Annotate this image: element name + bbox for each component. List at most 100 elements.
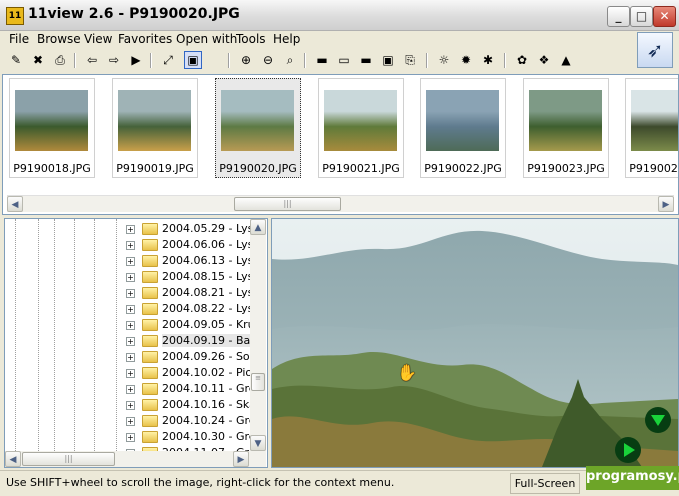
thumbnail-strip[interactable]: ◀ ||| ▶ P9190018.JPG P9190019.JPG P9190020… xyxy=(2,74,679,215)
thumbnail-scrollbar[interactable]: ◀ ||| ▶ xyxy=(7,195,674,212)
view-mode-4-icon[interactable]: ▣ xyxy=(380,52,396,68)
expand-icon[interactable]: + xyxy=(126,369,135,378)
expand-icon[interactable]: + xyxy=(126,241,135,250)
folder-icon xyxy=(142,335,158,347)
menu-view[interactable]: View xyxy=(84,32,112,46)
folder-tree-item[interactable]: +2004.06.06 - Lysa xyxy=(126,237,254,253)
zoom-actual-icon[interactable]: ⌕ xyxy=(282,52,298,68)
next-image-down-icon[interactable] xyxy=(645,407,671,433)
bird-logo-icon[interactable]: ➶ xyxy=(637,32,673,68)
folder-label: 2004.08.15 - Lysa xyxy=(162,270,254,283)
contrast-icon[interactable]: ✹ xyxy=(458,52,474,68)
folder-tree-item[interactable]: +2004.10.30 - Gre xyxy=(126,429,254,445)
folder-tree-item[interactable]: +2004.09.26 - Sob xyxy=(126,349,254,365)
scrollbar-thumb[interactable]: ||| xyxy=(234,197,341,211)
slideshow-icon[interactable]: ▶ xyxy=(128,52,144,68)
expand-icon[interactable]: + xyxy=(126,289,135,298)
thumbnail-item[interactable]: P9190021.JPG xyxy=(318,78,404,178)
view-mode-2-icon[interactable]: ▭ xyxy=(336,52,352,68)
folder-tree-item[interactable]: +2004.08.15 - Lysa xyxy=(126,269,254,285)
menu-file[interactable]: File xyxy=(9,32,29,46)
image-view[interactable]: ✋ xyxy=(271,218,679,468)
thumbnail-item[interactable]: P9190023.JPG xyxy=(523,78,609,178)
folder-tree-item[interactable]: +2004.08.21 - Lysa xyxy=(126,285,254,301)
thumbnail-image xyxy=(118,90,191,151)
expand-icon[interactable]: + xyxy=(126,337,135,346)
tree-horizontal-scrollbar[interactable]: ◀ ||| ▶ xyxy=(5,451,266,467)
scroll-up-icon[interactable]: ▲ xyxy=(250,219,266,235)
folder-icon xyxy=(142,399,158,411)
thumbnail-image xyxy=(426,90,499,151)
delete-icon[interactable]: ✖ xyxy=(30,52,46,68)
expand-icon[interactable]: + xyxy=(126,401,135,410)
print-icon[interactable]: ⎙ xyxy=(52,52,68,68)
forward-arrow-icon[interactable]: ⇨ xyxy=(106,52,122,68)
menu-favorites[interactable]: Favorites xyxy=(118,32,172,46)
back-arrow-icon[interactable]: ⇦ xyxy=(84,52,100,68)
expand-icon[interactable]: + xyxy=(126,321,135,330)
scroll-down-icon[interactable]: ▼ xyxy=(250,435,266,451)
edit-icon[interactable]: ✎ xyxy=(8,52,24,68)
menu-help[interactable]: Help xyxy=(273,32,300,46)
close-button[interactable]: ✕ xyxy=(653,6,676,27)
folder-tree-item[interactable]: +2004.10.16 - Skal xyxy=(126,397,254,413)
expand-icon[interactable]: + xyxy=(126,257,135,266)
scroll-right-icon[interactable]: ▶ xyxy=(233,451,249,467)
scroll-left-icon[interactable]: ◀ xyxy=(5,451,21,467)
wallpaper-icon[interactable]: ▲ xyxy=(558,52,574,68)
zoom-out-icon[interactable]: ⊖ xyxy=(260,52,276,68)
thumbnail-image xyxy=(631,90,678,151)
title-bar[interactable]: 11 11view 2.6 - P9190020.JPG _ □ ✕ xyxy=(0,0,679,31)
menu-bar: File Browse View Favorites Open with Too… xyxy=(0,31,630,48)
menu-open-with[interactable]: Open with xyxy=(176,32,237,46)
play-slideshow-icon[interactable] xyxy=(615,437,641,463)
expand-icon[interactable]: + xyxy=(126,353,135,362)
view-mode-5-icon[interactable]: ⎘ xyxy=(402,52,418,68)
folder-tree-item[interactable]: +2004.08.22 - Lysa xyxy=(126,301,254,317)
view-mode-3-icon[interactable]: ▬ xyxy=(358,52,374,68)
scroll-right-icon[interactable]: ▶ xyxy=(658,196,674,212)
folder-tree-item[interactable]: +2004.09.19 - Baza xyxy=(126,333,254,349)
folder-tree[interactable]: +2004.05.29 - Lysa +2004.06.06 - Lysa +200… xyxy=(4,218,268,468)
view-mode-1-icon[interactable]: ▬ xyxy=(314,52,330,68)
maximize-button[interactable]: □ xyxy=(630,6,653,27)
expand-icon[interactable]: + xyxy=(126,417,135,426)
tree-vertical-scrollbar[interactable]: ▲ ≡ ▼ xyxy=(250,219,266,451)
folder-tree-item[interactable]: +2004.09.05 - Krut xyxy=(126,317,254,333)
expand-icon[interactable]: + xyxy=(126,385,135,394)
thumbnail-item[interactable]: P9190020.JPG xyxy=(215,78,301,178)
window-title: 11view 2.6 - P9190020.JPG xyxy=(28,6,240,22)
fit-screen-icon[interactable]: ⤢ xyxy=(160,52,176,68)
thumbnail-image xyxy=(221,90,294,151)
scroll-left-icon[interactable]: ◀ xyxy=(7,196,23,212)
expand-icon[interactable]: + xyxy=(126,433,135,442)
thumbnail-item[interactable]: P9190019.JPG xyxy=(112,78,198,178)
status-bar: Use SHIFT+wheel to scroll the image, rig… xyxy=(0,470,679,496)
fit-window-icon[interactable]: ▣ xyxy=(184,51,202,69)
menu-tools[interactable]: Tools xyxy=(236,32,266,46)
folder-label: 2004.09.05 - Krut xyxy=(162,318,254,331)
full-screen-button[interactable]: Full-Screen xyxy=(510,473,580,494)
menu-browse[interactable]: Browse xyxy=(37,32,81,46)
folder-label: 2004.10.02 - Pior xyxy=(162,366,254,379)
folder-icon xyxy=(142,367,158,379)
folder-tree-item[interactable]: +2004.10.02 - Pior xyxy=(126,365,254,381)
tree-scrollbar-thumb[interactable]: ≡ xyxy=(251,373,265,391)
folder-tree-item[interactable]: +2004.10.24 - Gre xyxy=(126,413,254,429)
expand-icon[interactable]: + xyxy=(126,305,135,314)
thumbnail-item[interactable]: P9190024.JPG xyxy=(625,78,678,178)
thumbnail-item[interactable]: P9190018.JPG xyxy=(9,78,95,178)
red-eye-icon[interactable]: ✱ xyxy=(480,52,496,68)
folder-tree-item[interactable]: +2004.10.11 - Gre xyxy=(126,381,254,397)
expand-icon[interactable]: + xyxy=(126,225,135,234)
plugins-icon[interactable]: ❖ xyxy=(536,52,552,68)
folder-tree-item[interactable]: +2004.06.13 - Lysa xyxy=(126,253,254,269)
settings-icon[interactable]: ✿ xyxy=(514,52,530,68)
brightness-icon[interactable]: ☼ xyxy=(436,52,452,68)
tree-hscroll-thumb[interactable]: ||| xyxy=(22,452,115,466)
minimize-button[interactable]: _ xyxy=(607,6,630,27)
thumbnail-item[interactable]: P9190022.JPG xyxy=(420,78,506,178)
zoom-in-icon[interactable]: ⊕ xyxy=(238,52,254,68)
expand-icon[interactable]: + xyxy=(126,273,135,282)
folder-tree-item[interactable]: +2004.05.29 - Lysa xyxy=(126,221,254,237)
